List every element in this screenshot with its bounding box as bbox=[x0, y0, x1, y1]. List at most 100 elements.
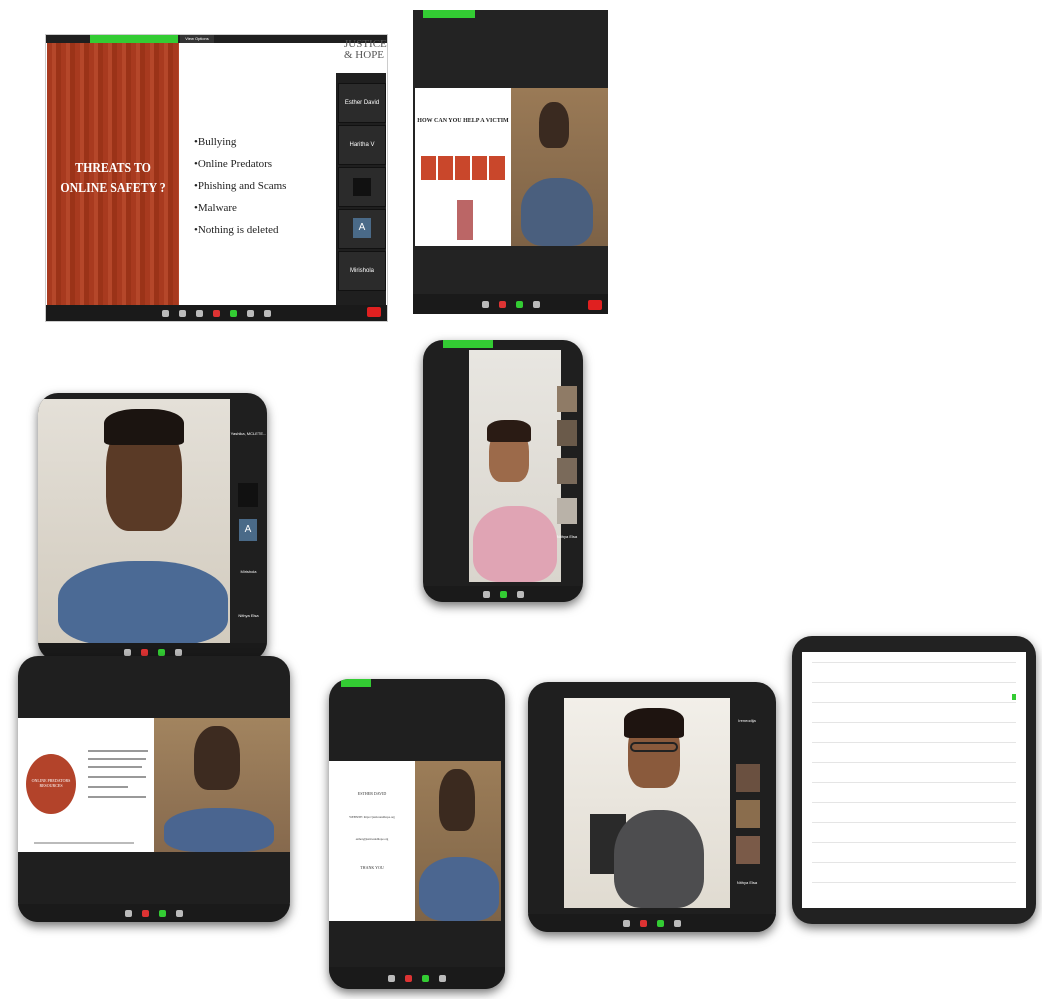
microphone-icon[interactable] bbox=[162, 309, 169, 317]
participant-name: Nithya Elsa bbox=[736, 880, 758, 885]
end-meeting-button[interactable] bbox=[367, 307, 381, 317]
slide-text-line bbox=[88, 758, 146, 760]
participant-tile[interactable]: Esther David bbox=[338, 83, 386, 123]
share-screen-icon[interactable] bbox=[159, 909, 166, 917]
record-icon[interactable] bbox=[174, 648, 182, 656]
record-icon[interactable] bbox=[247, 309, 254, 317]
slide-box bbox=[489, 156, 505, 180]
person-body bbox=[419, 857, 499, 921]
list-panel bbox=[802, 652, 1026, 908]
participant-thumb[interactable] bbox=[557, 420, 577, 446]
participants-panel: Yashika, MCLETE... A Mirishola Nithya El… bbox=[230, 423, 267, 643]
slide-box bbox=[421, 156, 436, 180]
divider bbox=[812, 762, 1016, 763]
bullet-item: •Nothing is deleted bbox=[194, 224, 279, 236]
slide-title-line1: THREATS TO bbox=[75, 161, 151, 176]
slide-line: esther@justiceandhope.org bbox=[355, 837, 389, 841]
slide-line: ESTHER DAVID bbox=[357, 791, 387, 796]
meeting-toolbar bbox=[329, 967, 505, 989]
participant-thumb[interactable] bbox=[557, 386, 577, 412]
person-head bbox=[194, 726, 240, 790]
slide-circle: ONLINE PREDATORS RESOURCES bbox=[26, 754, 76, 814]
slide-title: ONLINE PREDATORS RESOURCES bbox=[31, 778, 71, 788]
person-body bbox=[473, 506, 557, 582]
video-icon[interactable] bbox=[179, 309, 186, 317]
chat-icon[interactable] bbox=[640, 919, 647, 927]
participant-tile[interactable] bbox=[338, 167, 386, 207]
participant-name: Ireneodija bbox=[738, 718, 756, 723]
speaker-video bbox=[511, 88, 608, 246]
participants-icon[interactable] bbox=[123, 648, 131, 656]
screenshot-threats-slide: View Options THREATS TO ONLINE SAFETY ? … bbox=[45, 34, 388, 322]
slide-line: THANK YOU bbox=[360, 865, 384, 870]
person-hair bbox=[104, 409, 184, 445]
chat-icon[interactable] bbox=[498, 300, 506, 308]
participants-panel: Ireneodija Nithya Elsa bbox=[732, 712, 762, 908]
bullet-item: •Malware bbox=[194, 202, 237, 214]
record-icon[interactable] bbox=[439, 974, 446, 982]
chat-icon[interactable] bbox=[405, 974, 412, 982]
share-screen-icon[interactable] bbox=[499, 590, 507, 598]
slide-image bbox=[457, 200, 473, 240]
avatar: A bbox=[239, 519, 257, 541]
view-options-button[interactable]: View Options bbox=[180, 35, 214, 43]
participant-thumb[interactable] bbox=[557, 498, 577, 524]
share-screen-icon[interactable] bbox=[515, 300, 523, 308]
screenshot-help-victim: HOW CAN YOU HELP A VICTIM bbox=[413, 10, 608, 314]
bullet-list: •Bullying •Online Predators •Phishing an… bbox=[194, 131, 334, 241]
divider bbox=[812, 882, 1016, 883]
slide-text-line bbox=[88, 786, 128, 788]
slide-title-panel: THREATS TO ONLINE SAFETY ? bbox=[47, 43, 179, 305]
status-indicator bbox=[1012, 694, 1016, 700]
slide-box bbox=[455, 156, 470, 180]
divider bbox=[812, 782, 1016, 783]
speaker-video bbox=[415, 761, 501, 921]
share-screen-icon[interactable] bbox=[230, 309, 237, 317]
participant-thumb[interactable] bbox=[557, 458, 577, 484]
meeting-toolbar bbox=[413, 294, 608, 314]
participant-name: Nithya Elsa bbox=[556, 534, 578, 539]
participant-thumb[interactable] bbox=[736, 800, 760, 828]
screen-share-bar bbox=[341, 679, 371, 687]
participants-icon[interactable] bbox=[196, 309, 203, 317]
record-icon[interactable] bbox=[516, 590, 524, 598]
share-screen-icon[interactable] bbox=[657, 919, 664, 927]
person-head bbox=[439, 769, 475, 831]
participants-icon[interactable] bbox=[481, 300, 489, 308]
participant-tile[interactable]: Haritha V bbox=[338, 125, 386, 165]
participants-icon[interactable] bbox=[125, 909, 132, 917]
reactions-icon[interactable] bbox=[264, 309, 271, 317]
slide: HOW CAN YOU HELP A VICTIM bbox=[415, 88, 511, 246]
divider bbox=[812, 702, 1016, 703]
share-screen-icon[interactable] bbox=[157, 648, 165, 656]
meeting-toolbar bbox=[18, 904, 290, 922]
participants-icon[interactable] bbox=[482, 590, 490, 598]
participants-icon[interactable] bbox=[388, 974, 395, 982]
participant-tile[interactable]: A bbox=[338, 209, 386, 249]
record-icon[interactable] bbox=[176, 909, 183, 917]
participant-tile[interactable]: Mirishola bbox=[338, 251, 386, 291]
chat-icon[interactable] bbox=[140, 648, 148, 656]
person-body bbox=[164, 808, 274, 852]
screenshot-predator-resources: ONLINE PREDATORS RESOURCES bbox=[18, 656, 290, 922]
slide-text-line bbox=[34, 842, 134, 844]
participant-name: Nithya Elsa bbox=[238, 613, 259, 618]
participant-thumb[interactable] bbox=[736, 836, 760, 864]
end-meeting-button[interactable] bbox=[588, 300, 602, 310]
screen-share-bar bbox=[90, 35, 178, 43]
meeting-toolbar bbox=[423, 586, 583, 602]
chat-icon[interactable] bbox=[213, 309, 220, 317]
chat-icon[interactable] bbox=[142, 909, 149, 917]
speaker-video bbox=[38, 399, 230, 645]
record-icon[interactable] bbox=[674, 919, 681, 927]
screenshot-girl-speaker: Ireneodija Nithya Elsa bbox=[528, 682, 776, 932]
share-screen-icon[interactable] bbox=[422, 974, 429, 982]
slide-text-line bbox=[88, 776, 146, 778]
person-body bbox=[58, 561, 228, 645]
participant-thumb[interactable] bbox=[736, 764, 760, 792]
participants-icon[interactable] bbox=[623, 919, 630, 927]
screenshot-thank-you: ESTHER DAVID WEBSITE: https://justiceand… bbox=[329, 679, 505, 989]
record-icon[interactable] bbox=[532, 300, 540, 308]
person-hair bbox=[624, 708, 684, 738]
participants-panel: Nithya Elsa bbox=[555, 384, 579, 574]
